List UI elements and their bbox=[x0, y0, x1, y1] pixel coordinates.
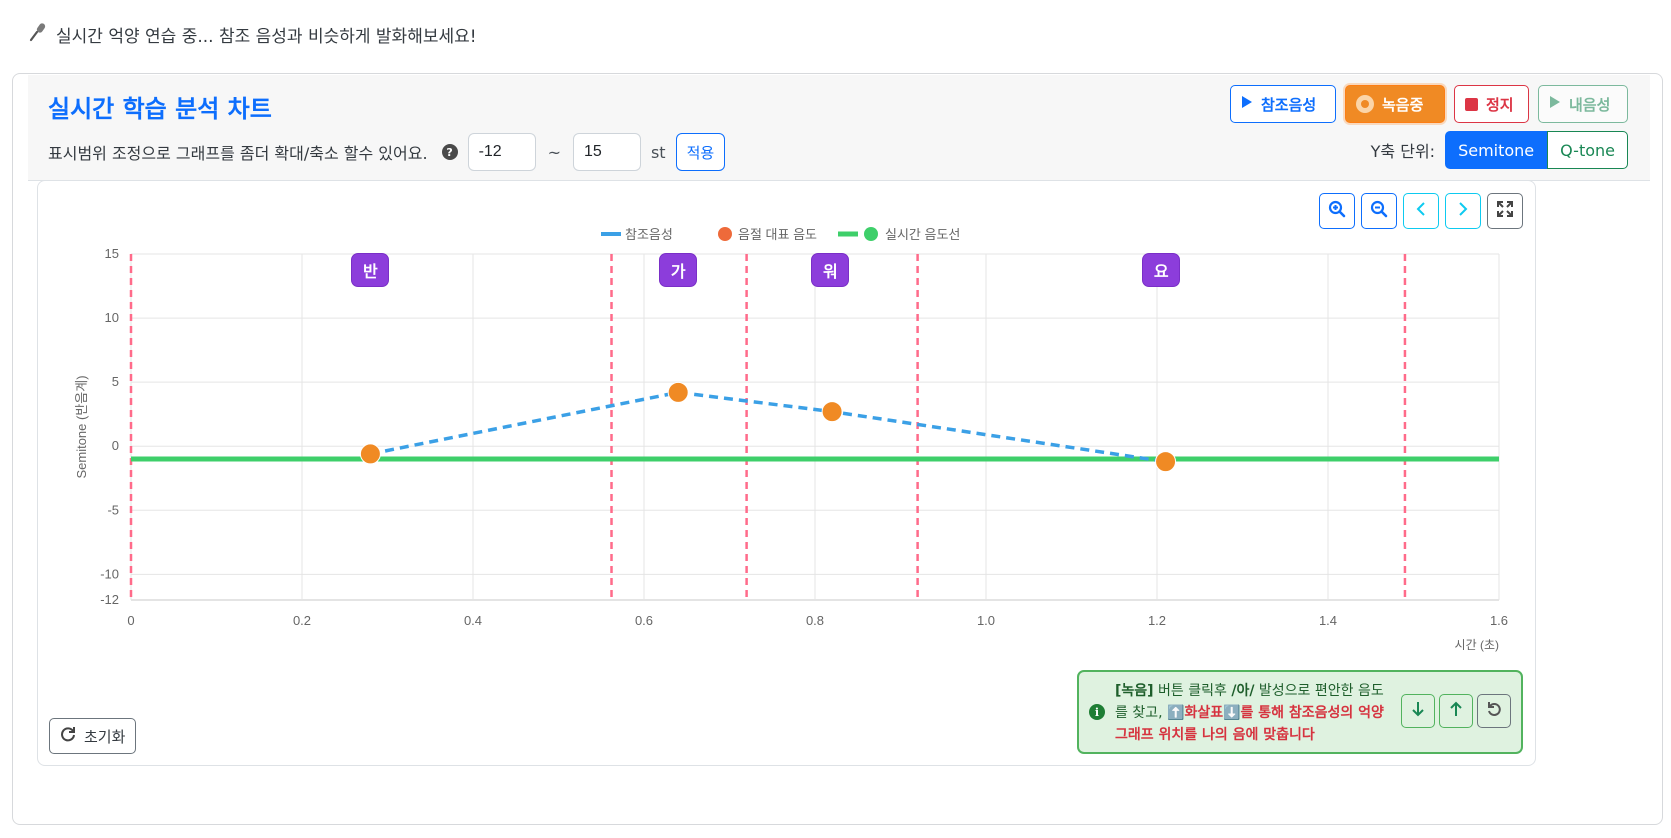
arrow-up-emoji: ⬆️ bbox=[1167, 705, 1185, 721]
yaxis-unit-selector: Y축 단위: Semitone Q-tone bbox=[1371, 131, 1628, 169]
chart-zoom-controls bbox=[1319, 193, 1523, 229]
syllable-tag: 가 bbox=[659, 253, 698, 287]
range-controls: 표시범위 조정으로 그래프를 좀더 확대/축소 할수 있어요. ? ~ st 적… bbox=[48, 133, 726, 171]
pitch-reset-button[interactable] bbox=[1477, 694, 1511, 728]
yaxis-unit-toggle: Semitone Q-tone bbox=[1445, 131, 1628, 169]
range-hint: 표시범위 조정으로 그래프를 좀더 확대/축소 할수 있어요. bbox=[48, 144, 428, 163]
syllable-pitch-point bbox=[821, 401, 843, 423]
info-icon: i bbox=[1089, 704, 1105, 720]
semitone-option[interactable]: Semitone bbox=[1445, 131, 1548, 169]
instruction-box: i [녹음] 버튼 클릭후 /아/ 발성으로 편안한 음도를 찾고, ⬆️화살표… bbox=[1077, 670, 1523, 754]
arrow-up-icon bbox=[1448, 700, 1464, 722]
y-tick-label: -5 bbox=[107, 502, 119, 517]
legend-point-swatch bbox=[718, 227, 732, 241]
range-separator: ~ bbox=[547, 142, 561, 162]
legend-realtime-dot bbox=[864, 227, 878, 241]
help-icon[interactable]: ? bbox=[441, 144, 458, 160]
refresh-icon bbox=[60, 726, 76, 746]
y-tick-label: 10 bbox=[105, 310, 119, 325]
y-tick-label: -10 bbox=[100, 566, 119, 581]
y-tick-label: 0 bbox=[112, 438, 119, 453]
pitch-adjust-controls bbox=[1401, 694, 1511, 728]
syllable-tag: 워 bbox=[811, 253, 850, 287]
pan-left-button[interactable] bbox=[1403, 193, 1439, 229]
instruction-vowel: /아/ bbox=[1231, 683, 1255, 699]
syllable-tag: 반 bbox=[351, 253, 390, 287]
arrow-down-emoji: ⬇️ bbox=[1223, 705, 1241, 721]
pitch-up-button[interactable] bbox=[1439, 694, 1473, 728]
pan-right-button[interactable] bbox=[1445, 193, 1481, 229]
arrow-down-icon bbox=[1410, 700, 1426, 722]
qtone-option[interactable]: Q-tone bbox=[1547, 131, 1628, 169]
x-tick-label: 0.6 bbox=[635, 613, 653, 628]
instruction-record: [녹음] bbox=[1115, 683, 1154, 699]
undo-icon bbox=[1486, 701, 1502, 721]
legend-point-label: 음절 대표 음도 bbox=[738, 227, 817, 242]
reset-label: 초기화 bbox=[84, 727, 126, 746]
instruction-text: [녹음] 버튼 클릭후 /아/ 발성으로 편안한 음도를 찾고, ⬆️화살표⬇️… bbox=[1115, 680, 1393, 746]
chart-container: 15 10 5 0 -5 -10 -12 0 0.2 0.4 0.6 0.8 1.0 1.2 1.4 1.6 시… bbox=[37, 180, 1536, 766]
page-title: 실시간 학습 분석 차트 bbox=[48, 95, 272, 123]
playback-controls: 참조음성 녹음중 정지 내음성 bbox=[1230, 85, 1628, 123]
recording-button[interactable]: 녹음중 bbox=[1345, 85, 1445, 123]
x-tick-label: 1.0 bbox=[977, 613, 995, 628]
syllable-tag: 요 bbox=[1142, 253, 1181, 287]
chevron-left-icon bbox=[1414, 201, 1428, 221]
x-tick-label: 1.4 bbox=[1319, 613, 1337, 628]
play-icon bbox=[1549, 95, 1561, 113]
y-tick-label: 5 bbox=[112, 374, 119, 389]
zoom-out-icon bbox=[1370, 200, 1388, 222]
y-axis-label: Semitone (반음계) bbox=[74, 375, 89, 478]
zoom-in-icon bbox=[1328, 200, 1346, 222]
fullscreen-button[interactable] bbox=[1487, 193, 1523, 229]
stop-label: 정지 bbox=[1486, 95, 1514, 114]
status-text: 실시간 억양 연습 중... 참조 음성과 비슷하게 발화해보세요! bbox=[56, 27, 477, 47]
instruction-part: 버튼 클릭후 bbox=[1153, 683, 1232, 699]
zoom-out-button[interactable] bbox=[1361, 193, 1397, 229]
range-min-input[interactable] bbox=[467, 133, 536, 171]
x-tick-label: 1.2 bbox=[1148, 613, 1166, 628]
reference-audio-button[interactable]: 참조음성 bbox=[1230, 85, 1336, 123]
x-tick-label: 0.8 bbox=[806, 613, 824, 628]
stop-button[interactable]: 정지 bbox=[1454, 85, 1529, 123]
x-axis-label: 시간 (초) bbox=[1455, 638, 1499, 652]
analysis-card: 실시간 학습 분석 차트 표시범위 조정으로 그래프를 좀더 확대/축소 할수 … bbox=[12, 73, 1663, 825]
syllable-pitch-point bbox=[667, 381, 689, 403]
legend-reference-label: 참조음성 bbox=[625, 227, 673, 242]
status-line: 실시간 억양 연습 중... 참조 음성과 비슷하게 발화해보세요! bbox=[28, 22, 477, 47]
instruction-arrow-word: 화살표 bbox=[1184, 705, 1224, 721]
x-tick-label: 1.6 bbox=[1490, 613, 1508, 628]
reference-audio-label: 참조음성 bbox=[1261, 95, 1317, 114]
pitch-down-button[interactable] bbox=[1401, 694, 1435, 728]
syllable-pitch-point bbox=[359, 443, 381, 465]
reset-button[interactable]: 초기화 bbox=[49, 718, 137, 754]
x-tick-label: 0.2 bbox=[293, 613, 311, 628]
my-voice-button[interactable]: 내음성 bbox=[1538, 85, 1628, 123]
stop-icon bbox=[1465, 97, 1478, 111]
expand-icon bbox=[1497, 201, 1513, 221]
y-tick-label: -12 bbox=[100, 592, 119, 607]
play-icon bbox=[1241, 95, 1253, 113]
x-tick-label: 0 bbox=[127, 613, 134, 628]
card-header: 실시간 학습 분석 차트 표시범위 조정으로 그래프를 좀더 확대/축소 할수 … bbox=[28, 75, 1650, 181]
range-max-input[interactable] bbox=[572, 133, 641, 171]
my-voice-label: 내음성 bbox=[1569, 95, 1611, 114]
yaxis-unit-label: Y축 단위: bbox=[1370, 142, 1436, 161]
range-unit: st bbox=[650, 142, 666, 162]
microphone-icon bbox=[28, 22, 48, 47]
zoom-in-button[interactable] bbox=[1319, 193, 1355, 229]
legend-realtime-label: 실시간 음도선 bbox=[885, 227, 960, 242]
y-tick-label: 15 bbox=[105, 246, 119, 261]
syllable-pitch-point bbox=[1155, 451, 1177, 473]
chevron-right-icon bbox=[1456, 201, 1470, 221]
reference-pitch-line bbox=[370, 390, 1166, 464]
record-icon bbox=[1356, 95, 1374, 113]
apply-button[interactable]: 적용 bbox=[675, 133, 726, 171]
recording-label: 녹음중 bbox=[1382, 95, 1424, 114]
x-tick-label: 0.4 bbox=[464, 613, 482, 628]
